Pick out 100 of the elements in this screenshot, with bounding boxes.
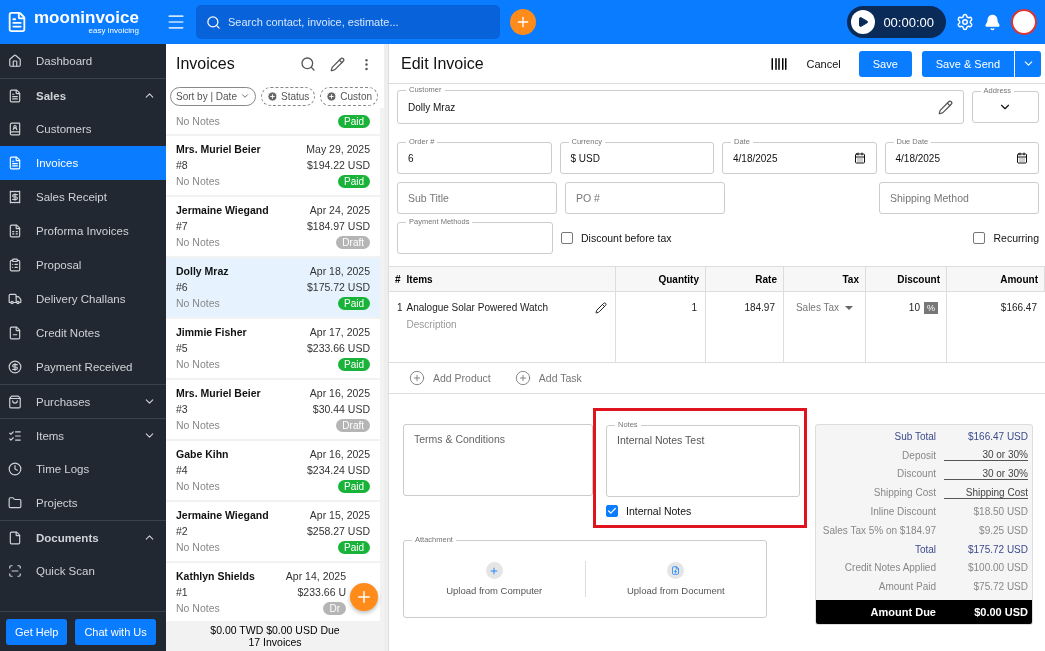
sidebar-item[interactable]: Time Logs: [0, 452, 166, 486]
checkbox[interactable]: [973, 232, 986, 244]
invoice-amount: $234.24 USD: [306, 464, 370, 476]
invoice-amount: $258.27 USD: [306, 525, 370, 537]
scan-icon: [8, 564, 22, 578]
checkbox[interactable]: [561, 232, 573, 244]
invoice-row[interactable]: Jermaine Wiegand Apr 24, 2025 #7 $184.97 USD No Notes Draft: [166, 197, 380, 256]
calendar-icon: [853, 152, 866, 164]
due-summary: $0.00 TWD $0.00 USD Due: [209, 624, 341, 636]
invoice-amount: $233.66 USD: [306, 342, 370, 354]
invoice-amount: $175.72 USD: [306, 281, 370, 293]
upload-button[interactable]: Upload from Computer: [404, 561, 585, 597]
row-number: 1: [397, 302, 403, 313]
cancel-button[interactable]: Cancel: [798, 53, 849, 74]
invoice-row[interactable]: Jimmie Fisher Apr 17, 2025 #5 $233.66 USD No Notes Paid: [166, 319, 380, 378]
invoice-row[interactable]: Kathlyn Shields Apr 14, 2025 #1 $233.66 U No Notes Dr: [166, 563, 380, 621]
sidebar-item[interactable]: Payment Received: [0, 350, 166, 384]
customer-name: Mrs. Muriel Beier: [176, 387, 262, 399]
invoice-date: Apr 16, 2025: [309, 448, 370, 460]
calendar-icon: [1016, 152, 1028, 164]
invoice-row[interactable]: Mrs. Muriel Beier Apr 16, 2025 #3 $30.44 USD No Notes Draft: [166, 380, 380, 439]
invoice-notes: No Notes: [176, 419, 221, 432]
pencil-icon[interactable]: [595, 302, 607, 314]
invoice-row[interactable]: Gabe Kihn Apr 16, 2025 #4 $234.24 USD No Notes Paid: [166, 441, 380, 500]
menu-icon[interactable]: [166, 12, 186, 32]
invoice-row[interactable]: No Notes Paid: [166, 108, 380, 134]
tax-dropdown[interactable]: Sales Tax: [795, 302, 854, 313]
invoice-row[interactable]: Dolly Mraz Apr 18, 2025 #6 $175.72 USD No Notes Paid: [166, 258, 380, 317]
help-button[interactable]: Get Help: [6, 618, 68, 645]
save-button[interactable]: Save: [858, 50, 912, 77]
add-product-button[interactable]: Add Product: [409, 370, 491, 386]
total-input[interactable]: 30 or 30%: [944, 468, 1028, 480]
checkbox-label: Recurring: [993, 232, 1039, 244]
pencil-icon[interactable]: [330, 56, 345, 72]
upload-button[interactable]: Upload from Document: [584, 561, 766, 597]
invoice-number: #6: [176, 281, 189, 293]
checkbox-label: Internal Notes: [626, 505, 692, 517]
check-icon: [607, 506, 617, 516]
brand-name: mooninvoice: [34, 9, 139, 26]
invoice-row[interactable]: Mrs. Muriel Beier May 29, 2025 #8 $194.22 USD No Notes Paid: [166, 136, 380, 195]
plus-icon: [409, 370, 425, 386]
column-header: # Items: [389, 267, 616, 292]
status-badge: Paid: [338, 297, 370, 310]
add-task-button[interactable]: Add Task: [514, 370, 582, 386]
sidebar-item[interactable]: Dashboard: [0, 44, 166, 78]
total-value: $75.72 USD: [972, 581, 1028, 593]
shopping-bag-icon: [8, 394, 22, 409]
avatar[interactable]: [1011, 9, 1037, 35]
invoice-number: #8: [176, 159, 189, 171]
invoice-date: Apr 17, 2025: [309, 326, 370, 338]
input-field[interactable]: PO #: [565, 182, 725, 214]
sidebar-item[interactable]: Customers: [0, 112, 166, 146]
total-label: Discount: [896, 468, 936, 480]
sidebar-item[interactable]: Proposal: [0, 248, 166, 282]
plus-icon: [266, 90, 278, 102]
total-input[interactable]: Shipping Cost: [944, 486, 1028, 499]
document-icon: [8, 156, 22, 170]
pencil-icon[interactable]: [937, 99, 953, 115]
total-label: Sub Total: [893, 430, 936, 442]
plus-icon: [355, 588, 373, 606]
input-field[interactable]: Shipping Method: [879, 182, 1039, 214]
logo-icon: [6, 11, 28, 33]
file-icon: [667, 562, 685, 579]
sidebar-item[interactable]: Quick Scan: [0, 554, 166, 588]
sidebar-item[interactable]: Delivery Challans: [0, 282, 166, 316]
total-input[interactable]: 30 or 30%: [944, 449, 1028, 462]
chat-button[interactable]: Chat with Us: [75, 618, 156, 645]
timer-button[interactable]: 00:00:00: [847, 6, 946, 38]
invoice-amount: $30.44 USD: [312, 403, 370, 415]
sidebar-item[interactable]: Credit Notes: [0, 316, 166, 350]
status-badge: Paid: [338, 541, 370, 554]
table-cell-text: $166.47: [999, 301, 1038, 315]
input-field[interactable]: Sub Title: [397, 182, 557, 214]
checkbox-label: Discount before tax: [581, 232, 672, 244]
bell-icon[interactable]: [984, 13, 1001, 31]
invoice-date: May 29, 2025: [306, 143, 370, 155]
customer-name: Jimmie Fisher: [176, 326, 248, 338]
search-icon[interactable]: [300, 56, 316, 72]
status-badge: Dr: [323, 602, 346, 615]
invoice-row[interactable]: Jermaine Wiegand Apr 15, 2025 #2 $258.27 USD No Notes Paid: [166, 502, 380, 561]
save-send-button[interactable]: Save & Send: [921, 50, 1014, 77]
customer-name: Mrs. Muriel Beier: [176, 143, 262, 155]
column-header: Amount: [947, 267, 1045, 292]
sidebar-item[interactable]: Projects: [0, 486, 166, 520]
sidebar-item[interactable]: Proforma Invoices: [0, 214, 166, 248]
status-badge: Paid: [338, 358, 370, 371]
checkbox[interactable]: [606, 505, 618, 517]
sidebar-item[interactable]: Invoices: [0, 146, 166, 180]
percent-badge: %: [924, 302, 938, 314]
add-button[interactable]: [510, 9, 536, 35]
status-badge: Draft: [336, 419, 370, 432]
dropdown-button[interactable]: [1015, 50, 1041, 77]
invoice-amount: $184.97 USD: [306, 220, 370, 232]
invoice-number: #1: [176, 586, 189, 598]
sidebar-item[interactable]: Sales Receipt: [0, 180, 166, 214]
settings-icon[interactable]: [956, 13, 974, 31]
plus-icon: [515, 14, 531, 30]
terms-field[interactable]: Terms & Conditions: [403, 424, 593, 496]
search-field[interactable]: Search contact, invoice, estimate...: [196, 5, 500, 39]
table-cell: 10: [908, 302, 920, 313]
